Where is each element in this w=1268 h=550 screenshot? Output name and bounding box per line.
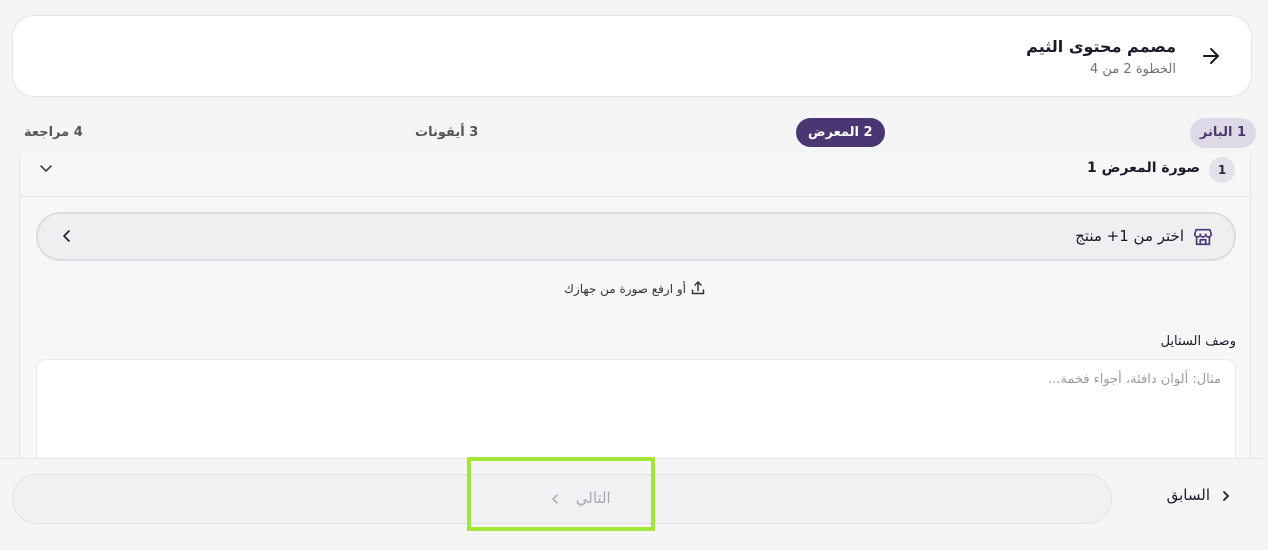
upload-icon	[691, 281, 705, 295]
next-button[interactable]: التالي	[12, 474, 1112, 524]
chevron-down-icon[interactable]	[38, 160, 54, 176]
chevron-left-icon	[63, 230, 70, 242]
style-description-label: وصف الستايل	[1160, 334, 1236, 349]
previous-button-label: السابق	[1166, 486, 1210, 504]
next-button-label: التالي	[575, 489, 611, 507]
header-card: مصمم محتوى الثيم الخطوة 2 من 4	[12, 15, 1252, 97]
style-description-input[interactable]	[36, 359, 1236, 459]
chevron-left-icon	[552, 494, 558, 504]
store-icon	[1193, 228, 1213, 246]
gallery-image-number-badge: 1	[1209, 157, 1235, 183]
previous-button[interactable]: السابق	[1167, 486, 1232, 504]
step-icons[interactable]: 3 أيقونات	[413, 118, 480, 148]
gallery-image-accordion-header[interactable]: 1 صورة المعرض 1	[20, 154, 1250, 197]
page-title: مصمم محتوى الثيم	[1026, 37, 1176, 56]
chevron-right-icon	[1223, 491, 1229, 501]
gallery-image-title: صورة المعرض 1	[1086, 160, 1200, 176]
arrow-right-icon[interactable]	[1199, 44, 1223, 68]
step-counter: الخطوة 2 من 4	[1090, 62, 1176, 77]
next-button-content: التالي	[549, 489, 611, 507]
footer-bar: التالي السابق	[0, 458, 1268, 550]
step-banner[interactable]: 1 البانر	[1189, 118, 1256, 148]
upload-from-device-link[interactable]: أو ارفع صورة من جهازك	[20, 280, 1250, 296]
upload-label: أو ارفع صورة من جهازك	[564, 282, 686, 296]
step-gallery[interactable]: 2 المعرض	[796, 118, 885, 147]
gallery-panel: 1 صورة المعرض 1 اختر من 1+ منتج أو ارفع …	[19, 154, 1251, 459]
stepper: 1 البانر 2 المعرض 3 أيقونات 4 مراجعة	[0, 118, 1268, 148]
product-picker-button[interactable]: اختر من 1+ منتج	[36, 212, 1236, 261]
product-picker-label: اختر من 1+ منتج	[1075, 227, 1184, 245]
step-review[interactable]: 4 مراجعة	[22, 118, 85, 148]
